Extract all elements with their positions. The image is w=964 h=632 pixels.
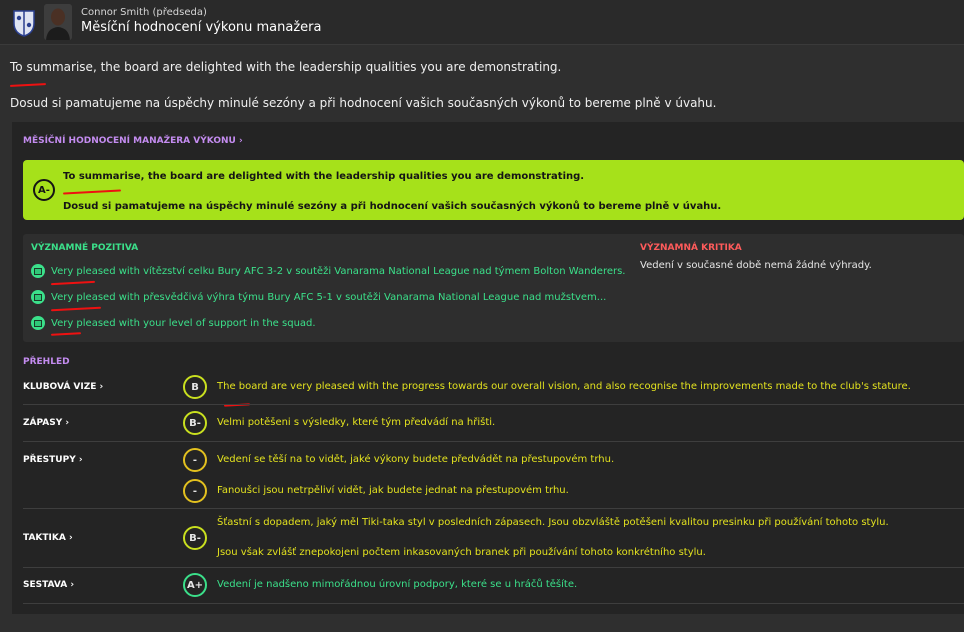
club-vision-label[interactable]: KLUBOVÁ VIZE [23,382,96,392]
club-vision-grade: B [183,375,207,399]
transfers-label[interactable]: PŘESTUPY [23,455,76,465]
chevron-right-icon: › [75,455,83,465]
transfers-link[interactable]: PŘESTUPY › [23,455,83,465]
positive-item: Very pleased with vítězství celku Bury A… [31,264,625,278]
red-underline-mark [50,332,82,336]
intro-history: Dosud si pamatujeme na úspěchy minulé se… [10,96,717,110]
chairman-role: (předseda) [152,7,207,18]
squad-text: Vedení je nadšeno mimořádnou úrovní podp… [217,579,578,590]
chairman-name[interactable]: Connor Smith (předseda) [81,7,207,18]
transfers-grade-board: - [183,448,207,472]
transfers-text-board: Vedení se těší na to vidět, jaké výkony … [217,454,615,465]
chairman-name-text[interactable]: Connor Smith [81,7,149,18]
matches-link[interactable]: ZÁPASY › [23,418,69,428]
red-underline-mark [50,280,96,286]
criticism-text: Vedení v současné době nemá žádné výhrad… [640,260,872,271]
grade-banner: A- To summarise, the board are delighted… [23,160,964,220]
monthly-review-link[interactable]: MĚSÍČNÍ HODNOCENÍ MANAŽERA VÝKONU › [23,136,243,146]
chairman-avatar[interactable] [44,4,72,40]
transfers-grade-fans: - [183,479,207,503]
club-crest-icon[interactable] [12,9,36,37]
red-underline-mark [62,189,122,195]
club-vision-text: The board are very pleased with the prog… [217,381,911,392]
header-bar: Connor Smith (předseda) Měsíční hodnocen… [0,0,964,45]
calendar-icon [31,290,45,304]
red-underline-mark [50,306,102,312]
tactics-text-positive: Šťastní s dopadem, jaký měl Tiki-taka st… [217,517,889,528]
overall-grade-badge: A- [33,179,55,201]
row-divider [23,567,964,568]
row-divider [23,508,964,509]
criticism-title: VÝZNAMNÁ KRITIKA [640,243,742,253]
positive-item: Very pleased with your level of support … [31,316,316,330]
matches-label[interactable]: ZÁPASY [23,418,62,428]
matches-text: Velmi potěšeni s výsledky, které tým pře… [217,417,496,428]
tactics-label[interactable]: TAKTIKA [23,533,66,543]
transfers-text-fans: Fanoušci jsou netrpěliví vidět, jak bude… [217,485,569,496]
positives-criticism-box: VÝZNAMNÉ POZITIVA Very pleased with vítě… [23,234,964,342]
club-vision-link[interactable]: KLUBOVÁ VIZE › [23,382,103,392]
chevron-right-icon: › [65,533,73,543]
row-divider [23,404,964,405]
positive-item-text: Very pleased with vítězství celku Bury A… [51,265,626,277]
calendar-icon [31,264,45,278]
tactics-text-negative: Jsou však zvlášť znepokojeni počtem inka… [217,547,706,558]
row-divider [23,441,964,442]
positive-item: Very pleased with přesvědčivá výhra týmu… [31,290,606,304]
monthly-review-link-label[interactable]: MĚSÍČNÍ HODNOCENÍ MANAŽERA VÝKONU [23,136,236,146]
positives-title: VÝZNAMNÉ POZITIVA [31,243,139,253]
banner-summary: To summarise, the board are delighted wi… [63,171,585,182]
squad-link[interactable]: SESTAVA › [23,580,74,590]
positive-item-text: Very pleased with přesvědčivá výhra týmu… [51,291,607,303]
row-divider [23,603,964,604]
intro-summary: To summarise, the board are delighted wi… [10,60,562,74]
squad-grade: A+ [183,573,207,597]
chevron-right-icon: › [62,418,70,428]
positive-item-text: Very pleased with your level of support … [51,317,316,329]
chevron-right-icon: › [238,136,243,146]
page-title: Měsíční hodnocení výkonu manažera [81,20,322,35]
squad-icon [31,316,45,330]
tactics-grade: B- [183,526,207,550]
chevron-right-icon: › [67,580,75,590]
matches-grade: B- [183,411,207,435]
squad-label[interactable]: SESTAVA [23,580,67,590]
tactics-link[interactable]: TAKTIKA › [23,533,73,543]
red-underline-mark [9,83,47,87]
chevron-right-icon: › [96,382,104,392]
banner-history: Dosud si pamatujeme na úspěchy minulé se… [63,201,722,212]
overview-title: PŘEHLED [23,357,70,367]
